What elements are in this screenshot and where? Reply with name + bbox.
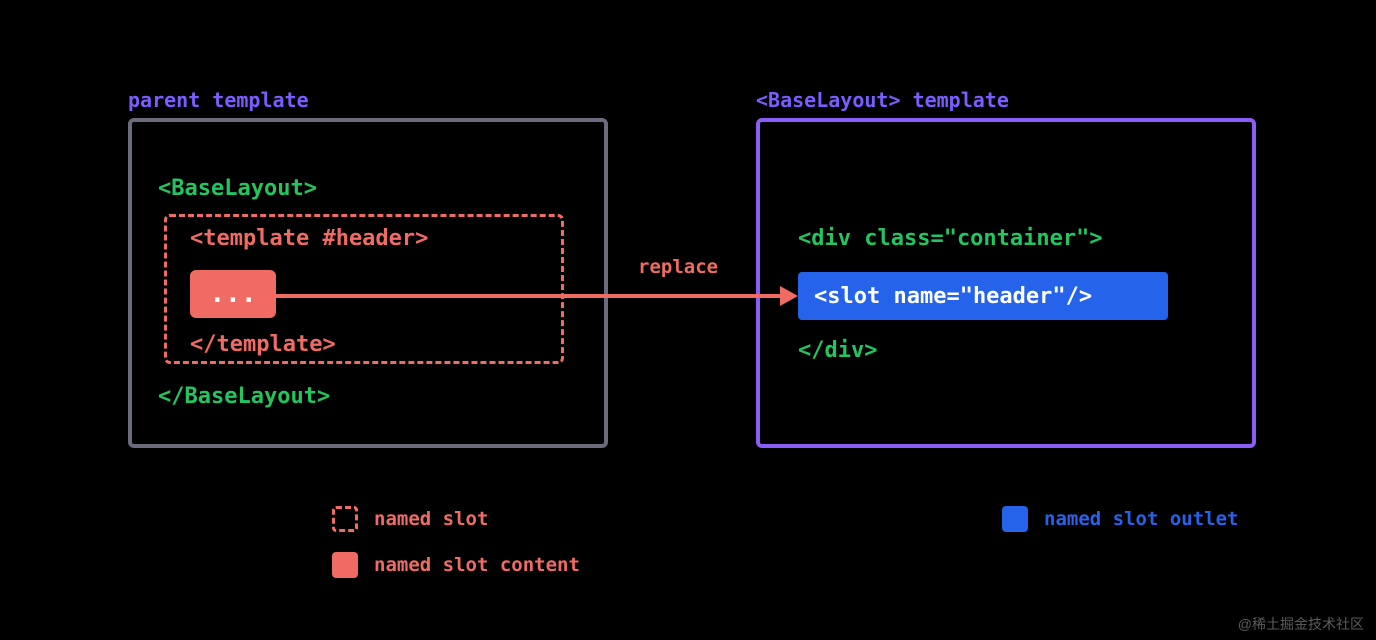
legend-swatch-dashed-red <box>332 506 358 532</box>
legend-swatch-solid-red <box>332 552 358 578</box>
template-header-close: </template> <box>190 332 336 357</box>
div-container-open: <div class="container"> <box>798 226 1103 251</box>
baselayout-template-title: <BaseLayout> template <box>756 88 1009 112</box>
baselayout-open: <BaseLayout> <box>158 176 317 201</box>
slot-outlet: <slot name="header"/> <box>798 272 1168 320</box>
legend-named-slot-content-label: named slot content <box>374 554 580 576</box>
legend-named-slot: named slot <box>332 506 488 532</box>
div-container-close: </div> <box>798 338 877 363</box>
watermark: @稀土掘金技术社区 <box>1238 614 1364 634</box>
legend-named-slot-outlet: named slot outlet <box>1002 506 1238 532</box>
legend-named-slot-content: named slot content <box>332 552 580 578</box>
parent-template-title: parent template <box>128 88 309 112</box>
slot-content-dots: ... <box>190 270 276 318</box>
baselayout-close: </BaseLayout> <box>158 384 330 409</box>
legend-named-slot-outlet-label: named slot outlet <box>1044 508 1238 530</box>
arrow-label: replace <box>638 256 718 278</box>
legend-named-slot-label: named slot <box>374 508 488 530</box>
legend-swatch-solid-blue <box>1002 506 1028 532</box>
template-header-open: <template #header> <box>190 226 428 251</box>
